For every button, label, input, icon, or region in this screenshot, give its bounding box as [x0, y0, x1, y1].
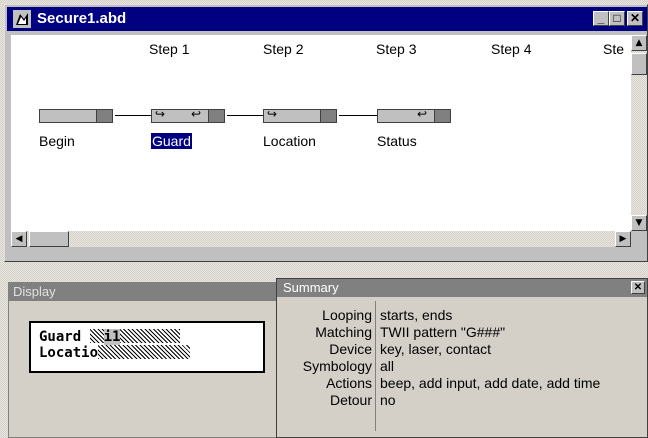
node-handle[interactable] [434, 109, 451, 123]
node-status[interactable]: ↩ [377, 107, 453, 125]
workflow-canvas-area: Step 1 Step 2 Step 3 Step 4 Ste Begin ↪ … [11, 35, 631, 231]
workflow-diagram: Begin ↪ ↩ Guard ↪ Location ↩ Status [11, 71, 631, 231]
display-screen: Guard i1 Locatio [29, 321, 265, 373]
display-panel: Display Guard i1 Locatio [8, 282, 278, 438]
summary-row: Matching TWII pattern "G###" [277, 324, 648, 341]
loop-start-icon: ↪ [267, 107, 278, 121]
summary-row: Symbology all [277, 358, 648, 375]
display-fill [98, 345, 191, 359]
scroll-right-button[interactable]: ▶ [615, 231, 631, 247]
display-line-label: Guard [39, 329, 90, 345]
loop-end-icon: ↩ [191, 107, 202, 121]
node-label-guard[interactable]: Guard [151, 133, 192, 149]
close-button[interactable]: ✕ [627, 11, 643, 26]
step-header-3: Step 3 [376, 41, 417, 57]
scroll-down-button[interactable]: ▼ [631, 215, 647, 231]
vertical-scroll-thumb[interactable] [631, 53, 647, 75]
close-icon: ✕ [633, 282, 643, 293]
node-handle[interactable] [96, 109, 113, 123]
workflow-window: Secure1.abd _ □ ✕ Step 1 Step 2 Step 3 S… [4, 4, 648, 262]
summary-value: TWII pattern "G###" [380, 324, 506, 340]
summary-row: Looping starts, ends [277, 307, 648, 324]
loop-end-icon: ↩ [417, 107, 428, 121]
step-header-4: Step 4 [491, 41, 532, 57]
summary-row: Actions beep, add input, add date, add t… [277, 375, 648, 392]
summary-value: no [380, 392, 396, 408]
display-fill [89, 329, 104, 343]
summary-close-button[interactable]: ✕ [631, 281, 645, 294]
horizontal-scroll-thumb[interactable] [29, 231, 69, 247]
display-line: Locatio [39, 345, 263, 361]
loop-start-icon: ↪ [155, 107, 166, 121]
step-header-5: Ste [603, 41, 625, 57]
scroll-right-icon: ▶ [619, 234, 627, 244]
window-title: Secure1.abd [37, 10, 127, 27]
step-header: Step 1 Step 2 Step 3 Step 4 Ste [11, 35, 631, 59]
node-location[interactable]: ↪ [263, 107, 339, 125]
summary-key: Device [329, 341, 372, 357]
maximize-icon: □ [613, 11, 621, 25]
horizontal-scrollbar[interactable]: ◀ ▶ [11, 231, 631, 247]
summary-key: Actions [326, 375, 372, 391]
summary-key: Detour [329, 392, 372, 408]
title-bar[interactable]: Secure1.abd _ □ ✕ [7, 7, 647, 31]
display-line-label: Locatio [39, 345, 99, 361]
minimize-icon: _ [597, 11, 605, 25]
node-label-begin[interactable]: Begin [39, 133, 75, 149]
summary-key: Matching [315, 324, 372, 340]
summary-value: starts, ends [380, 307, 453, 323]
summary-key: Looping [322, 307, 372, 323]
scroll-up-icon: ▲ [635, 38, 643, 48]
display-fill [120, 329, 181, 343]
summary-panel: Summary ✕ Looping starts, ends Matching … [276, 278, 648, 438]
scroll-down-icon: ▼ [635, 218, 643, 228]
node-handle[interactable] [208, 109, 225, 123]
app-icon [13, 10, 31, 28]
node-begin[interactable] [39, 109, 115, 125]
minimize-button[interactable]: _ [593, 11, 609, 26]
connector [115, 115, 153, 116]
node-handle[interactable] [320, 109, 337, 123]
node-bar [39, 109, 97, 123]
scrollbar-corner [631, 231, 647, 247]
scroll-left-button[interactable]: ◀ [11, 231, 27, 247]
node-label-location[interactable]: Location [263, 133, 316, 149]
node-guard[interactable]: ↪ ↩ [151, 107, 227, 125]
connector [339, 115, 377, 116]
display-panel-title[interactable]: Display [9, 283, 277, 301]
summary-value: beep, add input, add date, add time [380, 375, 601, 391]
step-header-1: Step 1 [149, 41, 190, 57]
step-header-2: Step 2 [263, 41, 304, 57]
node-label-status[interactable]: Status [377, 133, 417, 149]
close-icon: ✕ [629, 11, 641, 25]
summary-panel-title[interactable]: Summary [277, 279, 647, 297]
summary-row: Device key, laser, contact [277, 341, 648, 358]
display-line: Guard i1 [39, 329, 263, 345]
vertical-scrollbar[interactable]: ▲ ▼ [631, 35, 647, 231]
summary-value: all [380, 358, 395, 374]
summary-value: key, laser, contact [380, 341, 492, 357]
connector [227, 115, 265, 116]
summary-key: Symbology [302, 358, 372, 374]
summary-row: Detour no [277, 392, 648, 409]
display-line-value: i1 [103, 329, 121, 345]
scroll-up-button[interactable]: ▲ [631, 35, 647, 51]
scroll-left-icon: ◀ [15, 234, 23, 244]
maximize-button[interactable]: □ [609, 11, 625, 26]
